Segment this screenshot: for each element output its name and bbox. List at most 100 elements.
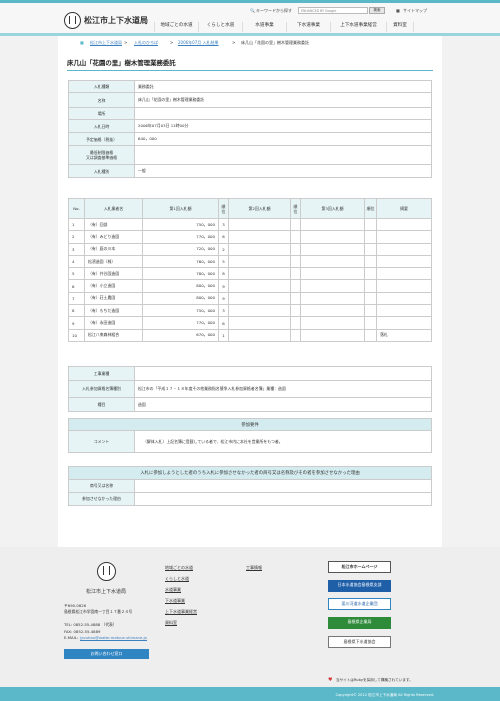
work-value — [134, 366, 432, 381]
bid-cell — [228, 279, 291, 293]
bid-cell — [228, 267, 291, 281]
info-value — [134, 107, 432, 120]
footer-link-management[interactable]: 上下水道事業経営 — [165, 609, 197, 615]
table-row: 9 （有）永田造園 770，000 6 — [68, 316, 432, 330]
bid-cell — [290, 242, 301, 256]
banner-shimane-sewer[interactable]: 島根県下水道協会 — [328, 636, 391, 648]
info-label: 場所 — [68, 107, 135, 120]
table-row: 8 （有）もちだ造園 750，000 3 — [68, 304, 432, 318]
footer-link-water-works[interactable]: 水道事業 — [165, 587, 181, 593]
footer-fax: FAX: 0852-55-4889 — [64, 629, 101, 634]
search-icon: 🔍 — [250, 8, 255, 13]
nav-library[interactable]: 資料室 — [386, 22, 414, 32]
home-icon: ■ — [80, 40, 84, 45]
bid-cell — [228, 316, 291, 330]
bid-cell: （有）庭の川本 — [84, 242, 143, 256]
footer-email-link[interactable]: jyouhou@water.matsue.shimane.jp — [80, 635, 147, 640]
work-row: 工事業種 — [68, 366, 432, 381]
info-row: 名称 床几山「花園の里」樹木管理業務委託 — [68, 92, 432, 108]
bid-cell: 8 — [68, 304, 85, 318]
sitemap-icon: ■ — [396, 8, 400, 13]
info-label: 最低制限価格 又は調査基準価格 — [68, 145, 135, 165]
site-logo-icon[interactable] — [64, 12, 81, 29]
bid-cell — [364, 242, 377, 256]
bid-header-cell: 順位 — [218, 198, 229, 219]
bid-cell: 670，000 — [142, 328, 219, 342]
bid-cell: 3 — [218, 304, 229, 318]
footer-link-library[interactable]: 資料室 — [165, 620, 177, 626]
bid-header-row: No. 入札業者名 第1回入札額 順位 第2回入札額 順位 第3回入札額 順位 摘要 — [68, 198, 432, 219]
bid-cell — [364, 328, 377, 342]
excluded-name-label: 商号又は名称 — [68, 479, 135, 493]
page-title: 床几山「花園の里」樹木管理業務委託 — [67, 58, 433, 71]
footer-address: 島根県松江市学園南一丁目１７番２４号 — [64, 609, 133, 614]
bid-cell: 720，000 — [142, 242, 219, 256]
breadcrumb-separator-icon: > — [124, 40, 128, 45]
footer-email-label: E-MAIL: — [64, 635, 79, 640]
bid-cell — [228, 254, 291, 269]
search-button[interactable]: 検索 — [369, 7, 385, 14]
nav-management[interactable]: 上下水道事業経営 — [330, 22, 386, 32]
table-row: 6 （有）小立造園 800，000 9 — [68, 279, 432, 293]
site-name[interactable]: 松江市上下水道局 — [84, 15, 148, 26]
info-row: 場所 — [68, 107, 432, 120]
info-label: 入札種別 — [68, 164, 135, 178]
info-label: 入札種類 — [68, 80, 135, 93]
bid-info-table: 入札種類 業務委託 名称 床几山「花園の里」樹木管理業務委託 場所 入札日時 2006年07… — [68, 80, 432, 178]
footer-link-sewer-works[interactable]: 下水道事業 — [165, 598, 185, 604]
bid-cell: 3 — [68, 242, 85, 256]
nav-local-water[interactable]: 地域ごとの水道 — [154, 22, 198, 32]
info-row: 最低制限価格 又は調査基準価格 — [68, 145, 432, 165]
bid-cell: 9 — [218, 279, 229, 293]
conditions-table: 参加要件 コメント （解体入札）上記名簿に登載している者で、松江市内に本社を営業所… — [68, 418, 432, 453]
bid-cell — [364, 316, 377, 330]
footer-logo-icon — [97, 562, 116, 581]
bid-cell: 落札 — [376, 328, 432, 342]
contact-button[interactable]: お問い合わせ窓口 — [64, 649, 149, 659]
nav-living-water[interactable]: くらしと水道 — [198, 22, 242, 32]
banner-shimane-enterprise[interactable]: 島根県企業局 — [328, 617, 391, 629]
work-row: 入札参加資格名簿種別 松江市の「平成１７・１８年度その他業務指名競争入札参加資格者… — [68, 380, 432, 398]
footer-link-living-water[interactable]: くらしと水道 — [165, 576, 189, 582]
banner-hikawa-water[interactable]: 斐川河道水道企業団 — [328, 598, 391, 610]
bid-cell: 6 — [218, 316, 229, 330]
comment-label: コメント — [68, 430, 135, 453]
banner-jwwa-shimane[interactable]: 日本水道協会島根県支部 — [328, 580, 391, 592]
bid-cell: （有）井谷園造園 — [84, 267, 143, 281]
nav-water-works[interactable]: 水道事業 — [242, 22, 286, 32]
bid-cell — [300, 304, 365, 318]
bid-cell — [376, 279, 432, 293]
bid-cell — [290, 217, 301, 232]
work-value: 造園 — [134, 397, 432, 412]
keyword-search-label: キーワードから探す — [256, 8, 292, 13]
bid-cell: 800，000 — [142, 279, 219, 293]
bid-header-cell: 順位 — [364, 198, 377, 219]
sitemap-link[interactable]: サイトマップ — [403, 8, 427, 14]
breadcrumb-current: 床几山「花園の里」樹木管理業務委託 — [241, 40, 309, 45]
bid-cell — [364, 254, 377, 269]
copyright: Copyright© 2012 松江市上下水道局 All Rights Rese… — [0, 687, 500, 701]
excluded-table: 入札に参加しようとした者のうち入札に参加させなかった者の商号又は名称及びその者を… — [68, 466, 432, 506]
info-value: 床几山「花園の里」樹木管理業務委託 — [134, 92, 432, 108]
banner-matsue-city[interactable]: 松江市ホームページ — [328, 561, 391, 573]
breadcrumb-home[interactable]: 松江市上下水道局 — [90, 40, 122, 46]
bid-cell: 松江八束森林組合 — [84, 328, 143, 342]
breadcrumb-result[interactable]: 2006年07月 入札結果 — [178, 40, 219, 46]
footer-link-construction[interactable]: 工事情報 — [246, 565, 262, 571]
work-value: 松江市の「平成１７・１８年度その他業務指名競争入札参加資格者名簿」業種：造園 — [134, 380, 432, 398]
bid-cell — [290, 254, 301, 269]
info-row: 入札種類 業務委託 — [68, 80, 432, 93]
work-label: 種目 — [68, 397, 135, 412]
bid-cell: 松濱造園（株） — [84, 254, 143, 269]
excluded-name-value — [134, 479, 432, 493]
bid-cell: （有）永田造園 — [84, 316, 143, 330]
bid-cell — [376, 254, 432, 269]
info-row: 予定価格（税抜） 640，000 — [68, 132, 432, 146]
search-input[interactable]: ENHANCED BY Google — [298, 7, 368, 14]
nav-sewer-works[interactable]: 下水道事業 — [286, 22, 330, 32]
bid-cell: 770，000 — [142, 316, 219, 330]
footer-link-local-water[interactable]: 地域ごとの水道 — [165, 565, 193, 571]
bid-cell: 5 — [218, 254, 229, 269]
bid-cell: 7 — [68, 291, 85, 306]
breadcrumb-bidding[interactable]: 入札のひろば — [134, 40, 158, 46]
